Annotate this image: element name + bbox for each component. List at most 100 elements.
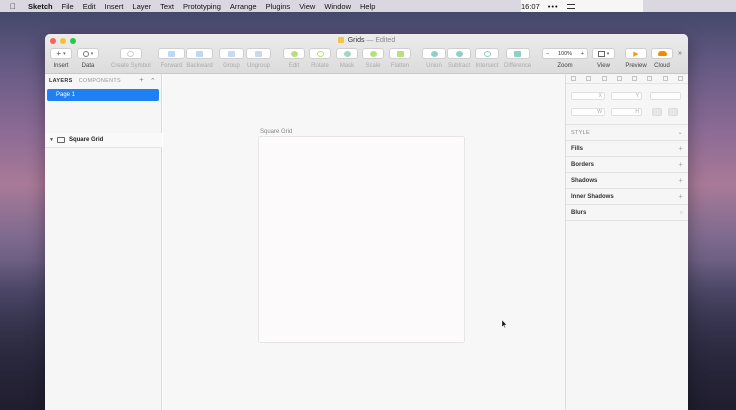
clock[interactable]: 16:07 [521,2,540,11]
rotate-button[interactable] [309,48,331,59]
edit-tool[interactable]: Edit [283,48,305,69]
height-field[interactable]: H [611,108,642,116]
add-inner-shadow-icon[interactable]: + [678,192,683,201]
align-right-icon[interactable] [632,76,638,81]
backward-button[interactable] [186,48,213,59]
mask-tool[interactable]: Mask [336,48,358,69]
data-tool[interactable]: ▾ Data [77,48,99,69]
forward-button[interactable] [158,48,185,59]
fills-section[interactable]: Fills + [566,141,688,157]
ungroup-label: Ungroup [246,63,270,69]
forward-tool[interactable]: Forward [158,48,185,69]
menu-file[interactable]: File [62,2,74,11]
add-fill-icon[interactable]: + [678,144,683,153]
zoom-in-button[interactable]: + [581,51,584,57]
preview-tool[interactable]: ▶ Preview [625,48,647,69]
create-symbol-tool[interactable]: Create Symbol [111,48,151,69]
add-shadow-icon[interactable]: + [678,176,683,185]
menu-insert[interactable]: Insert [105,2,124,11]
align-middle-icon[interactable] [662,76,668,81]
intersect-tool[interactable]: Intersect [475,48,499,69]
group-button[interactable] [219,48,244,59]
menu-prototyping[interactable]: Prototyping [183,2,221,11]
menu-edit[interactable]: Edit [83,2,96,11]
shadows-section[interactable]: Shadows + [566,173,688,189]
insert-button[interactable]: + ▾ [50,48,72,59]
align-top-icon[interactable] [647,76,653,81]
blurs-section[interactable]: Blurs ○ [566,205,688,221]
scale-button[interactable] [362,48,384,59]
artboard-square-grid[interactable] [259,137,464,342]
artboard-title[interactable]: Square Grid [260,129,292,135]
difference-button[interactable] [505,48,530,59]
menu-layer[interactable]: Layer [132,2,151,11]
y-field[interactable]: Y [611,92,642,100]
ungroup-button[interactable] [246,48,271,59]
width-field[interactable]: W [571,108,605,116]
menu-arrange[interactable]: Arrange [230,2,257,11]
zoom-control[interactable]: − 100% + [542,48,588,59]
data-button[interactable]: ▾ [77,48,99,59]
insert-tool[interactable]: + ▾ Insert [50,48,72,69]
view-tool[interactable]: ▾ View [592,48,615,69]
canvas[interactable]: Square Grid [163,74,565,410]
disclosure-triangle-icon[interactable]: ▼ [49,137,54,143]
backward-tool[interactable]: Backward [186,48,213,69]
control-center-icon[interactable] [566,3,575,9]
layer-item-square-grid[interactable]: ▼ Square Grid [45,133,162,148]
flatten-button[interactable] [389,48,411,59]
toolbar-overflow-icon[interactable]: » [678,50,682,57]
zoom-tool[interactable]: − 100% + Zoom [542,48,588,69]
ungroup-tool[interactable]: Ungroup [246,48,271,69]
menu-view[interactable]: View [299,2,315,11]
align-left-icon[interactable] [601,76,607,81]
chevron-down-icon[interactable]: ⌄ [678,129,683,136]
scale-tool[interactable]: Scale [362,48,384,69]
tab-components[interactable]: COMPONENTS [79,78,121,84]
align-bottom-icon[interactable] [677,76,683,81]
view-button[interactable]: ▾ [592,48,615,59]
tab-layers[interactable]: LAYERS [49,78,73,84]
menu-text[interactable]: Text [160,2,174,11]
cloud-button[interactable] [651,48,673,59]
mask-button[interactable] [336,48,358,59]
union-tool[interactable]: Union [422,48,446,69]
flip-horizontal-button[interactable] [652,108,662,116]
distribute-horizontal-icon[interactable] [571,76,576,81]
zoom-out-button[interactable]: − [546,51,549,57]
subtract-button[interactable] [447,48,471,59]
distribute-vertical-icon[interactable] [586,76,592,81]
rotation-field[interactable] [650,92,681,100]
intersect-button[interactable] [475,48,499,59]
cloud-tool[interactable]: Cloud [651,48,673,69]
menu-plugins[interactable]: Plugins [266,2,291,11]
align-center-icon[interactable] [616,76,622,81]
collapse-pages-icon[interactable]: ⌃ [150,77,156,85]
union-button[interactable] [422,48,446,59]
add-border-icon[interactable]: + [678,160,683,169]
menu-bar:  Sketch File Edit Insert Layer Text Pro… [0,0,736,12]
rotate-tool[interactable]: Rotate [309,48,331,69]
create-symbol-button[interactable] [119,48,142,59]
add-page-icon[interactable]: + [139,77,143,85]
x-field[interactable]: X [571,92,605,100]
menu-app[interactable]: Sketch [28,2,53,11]
difference-icon [514,50,522,57]
edit-button[interactable] [283,48,305,59]
intersect-label: Intersect [475,63,499,69]
menu-help[interactable]: Help [360,2,375,11]
preview-button[interactable]: ▶ [625,48,647,59]
more-icon[interactable]: ••• [548,2,559,11]
menu-window[interactable]: Window [324,2,351,11]
apple-icon[interactable]:  [10,2,20,11]
blur-toggle-icon[interactable]: ○ [679,210,683,216]
page-item-page-1[interactable]: Page 1 [47,89,159,101]
borders-section[interactable]: Borders + [566,157,688,173]
flatten-tool[interactable]: Flatten [389,48,411,69]
document-icon [337,37,344,43]
difference-tool[interactable]: Difference [504,48,531,69]
inner-shadows-section[interactable]: Inner Shadows + [566,189,688,205]
flip-vertical-button[interactable] [668,108,678,116]
group-tool[interactable]: Group [219,48,244,69]
subtract-tool[interactable]: Subtract [447,48,471,69]
